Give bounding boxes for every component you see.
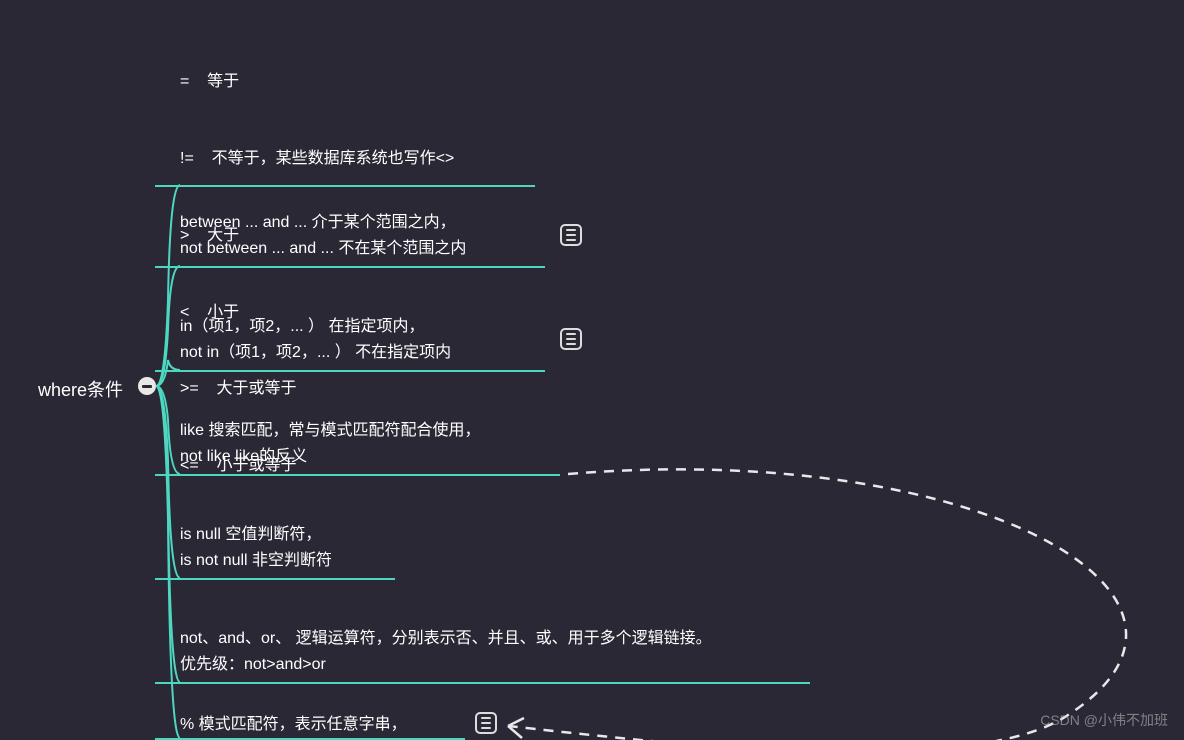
underline-like (155, 474, 560, 476)
note-icon[interactable] (560, 328, 582, 350)
underline-logic (155, 682, 810, 684)
node-null-text: is null 空值判断符， is not null 非空判断符 (180, 522, 332, 573)
node-between[interactable]: between ... and ... 介于某个范围之内， not betwee… (180, 210, 466, 261)
collapse-toggle[interactable] (138, 377, 156, 395)
node-like-text: like 搜索匹配，常与模式匹配符配合使用， not like like的反义 (180, 418, 480, 469)
root-label: where条件 (38, 380, 123, 400)
note-icon[interactable] (560, 224, 582, 246)
node-logic[interactable]: not、and、or、 逻辑运算符，分别表示否、并且、或、用于多个逻辑链接。 优… (180, 626, 712, 677)
underline-null (155, 578, 395, 580)
node-percent[interactable]: % 模式匹配符，表示任意字串， (180, 712, 407, 738)
node-null[interactable]: is null 空值判断符， is not null 非空判断符 (180, 522, 332, 573)
node-like[interactable]: like 搜索匹配，常与模式匹配符配合使用， not like like的反义 (180, 418, 480, 469)
note-icon[interactable] (475, 712, 497, 734)
node-percent-text: % 模式匹配符，表示任意字串， (180, 712, 407, 738)
node-between-text: between ... and ... 介于某个范围之内， not betwee… (180, 210, 466, 261)
underline-between (155, 266, 545, 268)
root-node[interactable]: where条件 (38, 376, 123, 402)
node-in-text: in（项1，项2，... ） 在指定项内， not in（项1，项2，... ）… (180, 314, 451, 365)
watermark: CSDN @小伟不加班 (1040, 710, 1168, 730)
underline-in (155, 370, 545, 372)
node-in[interactable]: in（项1，项2，... ） 在指定项内， not in（项1，项2，... ）… (180, 314, 451, 365)
underline-comparison (155, 185, 535, 187)
node-logic-text: not、and、or、 逻辑运算符，分别表示否、并且、或、用于多个逻辑链接。 优… (180, 626, 712, 677)
